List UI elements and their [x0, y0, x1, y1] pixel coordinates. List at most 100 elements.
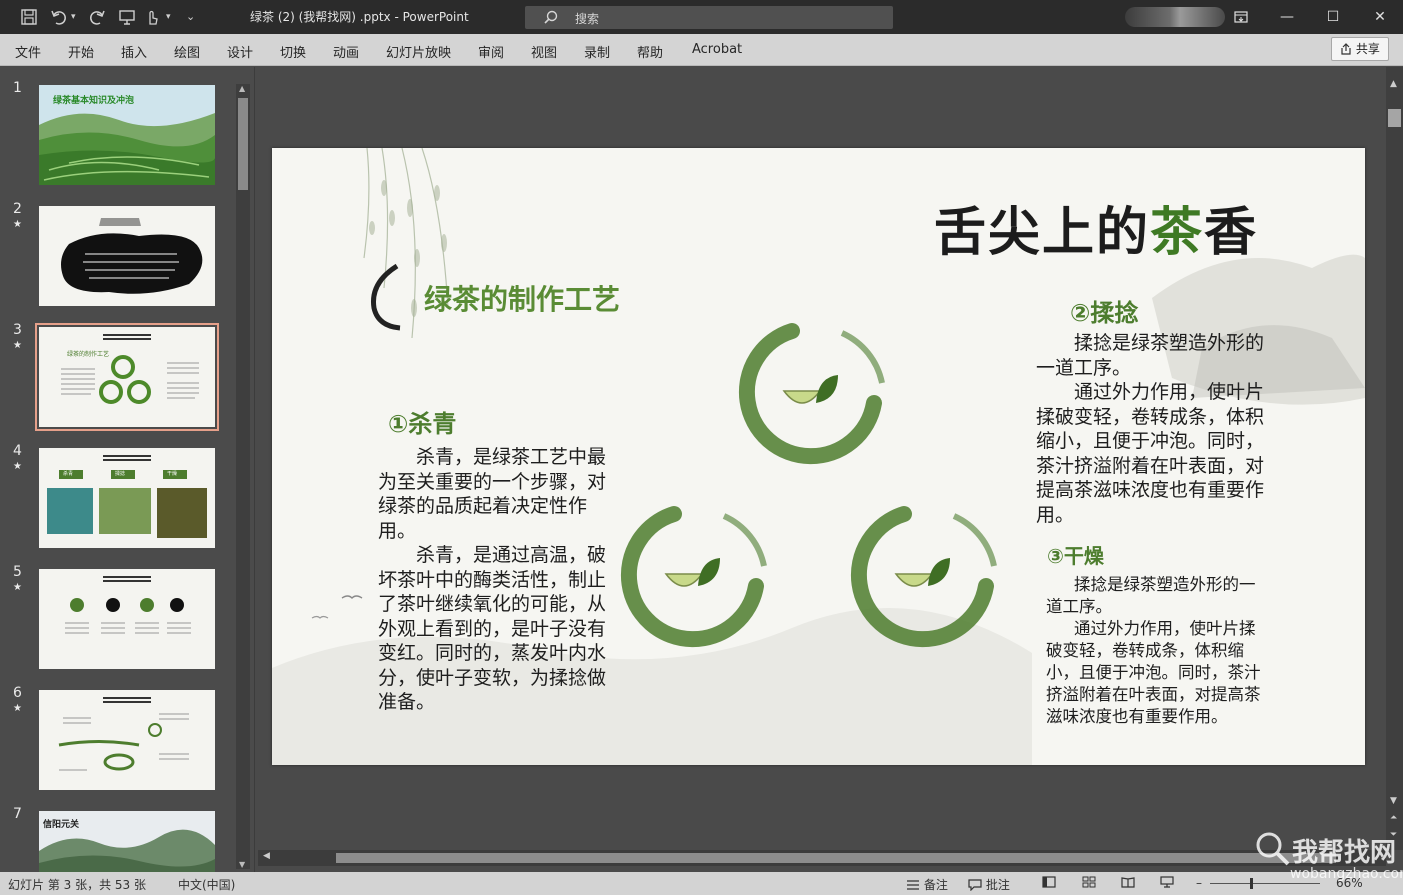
step-1-para-1: 杀青，是绿茶工艺中最为至关重要的一个步骤，对绿茶的品质起着决定性作用。 [378, 446, 607, 542]
slide-thumbnail-6[interactable] [39, 690, 215, 790]
menu-design[interactable]: 设计 [227, 42, 253, 61]
share-button[interactable]: 共享 [1331, 37, 1389, 61]
horizontal-scrollbar[interactable]: ◀ [258, 850, 1386, 866]
scroll-up-icon[interactable]: ▲ [1390, 79, 1397, 89]
slide-sorter-icon[interactable] [1082, 876, 1096, 891]
animation-star-icon: ★ [13, 340, 22, 351]
customize-qat-icon[interactable]: ⌄ [186, 8, 195, 26]
thumb-number: 2 [13, 201, 22, 217]
watermark-url: wobangzhao.com [1290, 866, 1403, 882]
thumb-number: 3 [13, 322, 22, 338]
step-2-para-2: 通过外力作用，使叶片揉破变轻，卷转成条，体积缩小，且便于冲泡。同时，茶汁挤溢附着… [1036, 381, 1265, 526]
normal-view-icon[interactable] [1042, 876, 1056, 891]
window-title: 绿茶 (2) (我帮找网) .pptx - PowerPoint [250, 10, 469, 24]
thumb-number: 4 [13, 443, 22, 459]
step-1-para-2: 杀青，是通过高温，破坏茶叶中的酶类活性，制止了茶叶继续氧化的可能，从外观上看到的… [378, 544, 607, 713]
slide-thumbnail-1[interactable]: 绿茶基本知识及冲泡 [39, 85, 215, 185]
menu-animations[interactable]: 动画 [333, 42, 359, 61]
watermark-name: 我帮找网 [1292, 838, 1397, 868]
save-icon[interactable] [20, 8, 38, 26]
step-3-body: 揉捻是绿茶塑造外形的一道工序。 通过外力作用，使叶片揉破变轻，卷转成条，体积缩小… [1046, 574, 1268, 728]
slide-scroll-thumb[interactable] [1388, 109, 1401, 127]
ink-circle-teacup-2 [620, 506, 767, 648]
scroll-down-icon[interactable]: ▼ [239, 860, 245, 869]
reading-view-icon[interactable] [1121, 876, 1135, 891]
menu-review[interactable]: 审阅 [478, 42, 504, 61]
menu-slideshow[interactable]: 幻灯片放映 [386, 42, 451, 61]
step-1-body: 杀青，是绿茶工艺中最为至关重要的一个步骤，对绿茶的品质起着决定性作用。 杀青，是… [378, 445, 624, 715]
thumb-title: 信阳元关 [43, 820, 80, 830]
animation-star-icon: ★ [13, 461, 22, 472]
slide-4-preview [47, 455, 207, 538]
zoom-out-icon[interactable]: – [1196, 876, 1202, 890]
notes-button[interactable]: 备注 [906, 876, 948, 893]
ribbon-tabs: 文件 开始 插入 绘图 设计 切换 动画 幻灯片放映 审阅 视图 录制 帮助 A… [0, 34, 1403, 66]
menu-view[interactable]: 视图 [531, 42, 557, 61]
ink-circle-teacup-1 [738, 323, 885, 465]
share-label: 共享 [1355, 42, 1380, 56]
zoom-slider-thumb[interactable] [1250, 878, 1253, 889]
thumbnail-scrollbar[interactable]: ▲ ▼ [236, 84, 250, 869]
share-icon [1341, 43, 1351, 55]
minimize-button[interactable]: — [1264, 0, 1310, 34]
slide-6-preview [58, 697, 189, 771]
step-1-title: ①杀青 [388, 410, 457, 438]
slide-vertical-scrollbar[interactable]: ▲ ▼ ⏶ ⏷ [1386, 67, 1403, 850]
undo-dropdown-icon[interactable]: ▾ [71, 8, 76, 26]
section-heading: 绿茶的制作工艺 [424, 283, 621, 316]
notes-icon [907, 880, 919, 890]
slide-thumbnail-5[interactable] [39, 569, 215, 669]
thumb-number: 7 [13, 806, 22, 822]
slide-main-title: 舌尖上的茶香 [934, 190, 1258, 265]
search-box[interactable]: 搜索 [525, 6, 893, 29]
zoom-slider[interactable] [1210, 878, 1320, 889]
horizontal-scroll-thumb[interactable] [336, 853, 1336, 863]
menu-record[interactable]: 录制 [584, 42, 610, 61]
menu-draw[interactable]: 绘图 [174, 42, 200, 61]
comments-button[interactable]: 批注 [968, 876, 1010, 893]
thumbnail-scroll-thumb[interactable] [238, 98, 248, 190]
slide-5-preview [65, 576, 191, 634]
menu-insert[interactable]: 插入 [121, 42, 147, 61]
step-3-para-1: 揉捻是绿茶塑造外形的一道工序。 [1046, 575, 1256, 616]
maximize-button[interactable]: ☐ [1310, 0, 1356, 34]
slide-thumbnail-3-selected[interactable]: 绿茶的制作工艺 [35, 323, 219, 431]
thumb-number: 1 [13, 80, 22, 96]
menu-file[interactable]: 文件 [15, 42, 41, 61]
scroll-up-icon[interactable]: ▲ [239, 84, 245, 93]
menu-acrobat[interactable]: Acrobat [692, 42, 742, 57]
menu-home[interactable]: 开始 [68, 42, 94, 61]
thumb-number: 6 [13, 685, 22, 701]
scroll-down-icon[interactable]: ▼ [1390, 796, 1397, 806]
scroll-left-icon[interactable]: ◀ [263, 851, 270, 861]
thumb-tag: 揉捻 [115, 471, 126, 477]
touch-dropdown-icon[interactable]: ▾ [166, 8, 171, 26]
undo-icon[interactable] [50, 8, 68, 26]
ribbon-display-options-icon[interactable] [1218, 0, 1264, 34]
menu-help[interactable]: 帮助 [637, 42, 663, 61]
comment-icon [968, 879, 982, 892]
language-indicator[interactable]: 中文(中国) [178, 876, 235, 893]
title-text-prefix: 舌尖上的 [934, 202, 1151, 263]
thumb-number: 5 [13, 564, 22, 580]
animation-star-icon: ★ [13, 703, 22, 714]
redo-icon[interactable] [88, 8, 106, 26]
slide-thumbnail-4[interactable]: 杀青 揉捻 干燥 [39, 448, 215, 548]
slide-thumbnail-2[interactable] [39, 206, 215, 306]
step-2-body: 揉捻是绿茶塑造外形的一道工序。 通过外力作用，使叶片揉破变轻，卷转成条，体积缩小… [1036, 331, 1266, 527]
step-2-para-1: 揉捻是绿茶塑造外形的一道工序。 [1036, 332, 1265, 379]
slide-thumbnail-7[interactable]: 信阳元关 [39, 811, 215, 872]
present-from-start-icon[interactable] [118, 8, 136, 26]
close-button[interactable]: ✕ [1357, 0, 1403, 34]
slide-3-preview [61, 334, 199, 404]
account-avatar[interactable] [1125, 7, 1225, 27]
previous-slide-icon[interactable]: ⏶ [1390, 813, 1397, 823]
touch-mode-icon[interactable] [143, 8, 161, 26]
slide-canvas[interactable]: 舌尖上的茶香 绿茶的制作工艺 ①杀青 杀青，是绿茶工艺中最为至关重要的一个步骤，… [272, 148, 1365, 765]
animation-star-icon: ★ [13, 582, 22, 593]
title-text-suffix: 香 [1204, 202, 1259, 263]
menu-transitions[interactable]: 切换 [280, 42, 306, 61]
ink-splash-image [61, 218, 203, 294]
slideshow-view-icon[interactable] [1160, 876, 1174, 891]
step-3-para-2: 通过外力作用，使叶片揉破变轻，卷转成条，体积缩小，且便于冲泡。同时，茶汁挤溢附着… [1046, 619, 1261, 726]
